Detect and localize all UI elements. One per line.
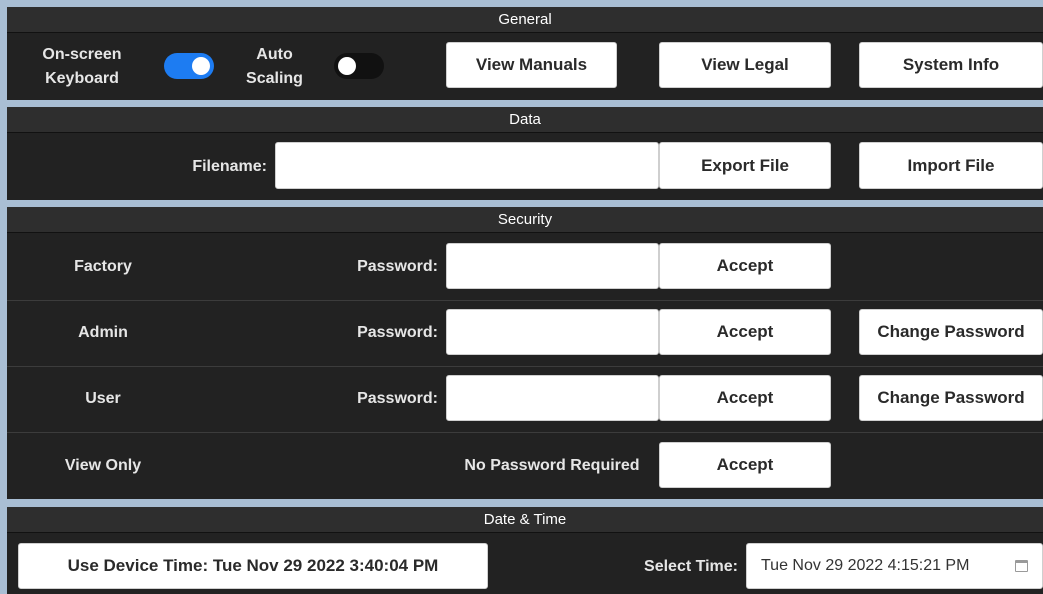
password-label: Password: (357, 324, 438, 341)
security-header: Security (7, 207, 1043, 233)
user-password-input[interactable] (446, 375, 659, 421)
role-label-factory: Factory (74, 258, 132, 275)
factory-password-input[interactable] (446, 243, 659, 289)
role-label-user: User (85, 390, 121, 407)
admin-accept-button[interactable]: Accept (659, 309, 831, 355)
admin-password-input[interactable] (446, 309, 659, 355)
role-label-view-only: View Only (64, 457, 142, 474)
no-password-required-label: No Password Required (464, 457, 640, 474)
filename-label: Filename: (192, 158, 267, 175)
filename-input[interactable] (275, 142, 659, 189)
user-accept-button[interactable]: Accept (659, 375, 831, 421)
data-header: Data (7, 107, 1043, 133)
password-label: Password: (357, 390, 438, 407)
auto-scaling-label: Auto Scaling (246, 46, 303, 87)
select-time-value: Tue Nov 29 2022 4:15:21 PM (761, 557, 970, 574)
datetime-panel: Date & Time Use Device Time: Tue Nov 29 … (7, 507, 1043, 594)
toggle-knob (338, 57, 356, 75)
select-time-label: Select Time: (644, 558, 738, 575)
view-legal-button[interactable]: View Legal (659, 42, 831, 88)
password-label: Password: (357, 258, 438, 275)
security-panel: Security Factory Password: Accept Admin … (7, 207, 1043, 499)
factory-accept-button[interactable]: Accept (659, 243, 831, 289)
datetime-header: Date & Time (7, 507, 1043, 533)
toggle-knob (192, 57, 210, 75)
view-only-accept-button[interactable]: Accept (659, 442, 831, 488)
general-panel: General On-screen Keyboard Auto Scaling … (7, 7, 1043, 100)
export-file-button[interactable]: Export File (659, 142, 831, 189)
data-panel: Data Filename: Export File Import File (7, 107, 1043, 200)
onscreen-keyboard-toggle[interactable] (164, 53, 214, 79)
role-label-admin: Admin (78, 324, 128, 341)
row-divider (7, 432, 1043, 433)
calendar-icon[interactable] (1015, 560, 1028, 572)
import-file-button[interactable]: Import File (859, 142, 1043, 189)
use-device-time-button[interactable]: Use Device Time: Tue Nov 29 2022 3:40:04… (18, 543, 488, 589)
admin-change-password-button[interactable]: Change Password (859, 309, 1043, 355)
user-change-password-button[interactable]: Change Password (859, 375, 1043, 421)
system-info-button[interactable]: System Info (859, 42, 1043, 88)
auto-scaling-toggle[interactable] (334, 53, 384, 79)
row-divider (7, 300, 1043, 301)
row-divider (7, 366, 1043, 367)
general-header: General (7, 7, 1043, 33)
onscreen-keyboard-label: On-screen Keyboard (42, 46, 122, 87)
view-manuals-button[interactable]: View Manuals (446, 42, 617, 88)
select-time-input[interactable]: Tue Nov 29 2022 4:15:21 PM (746, 543, 1043, 589)
